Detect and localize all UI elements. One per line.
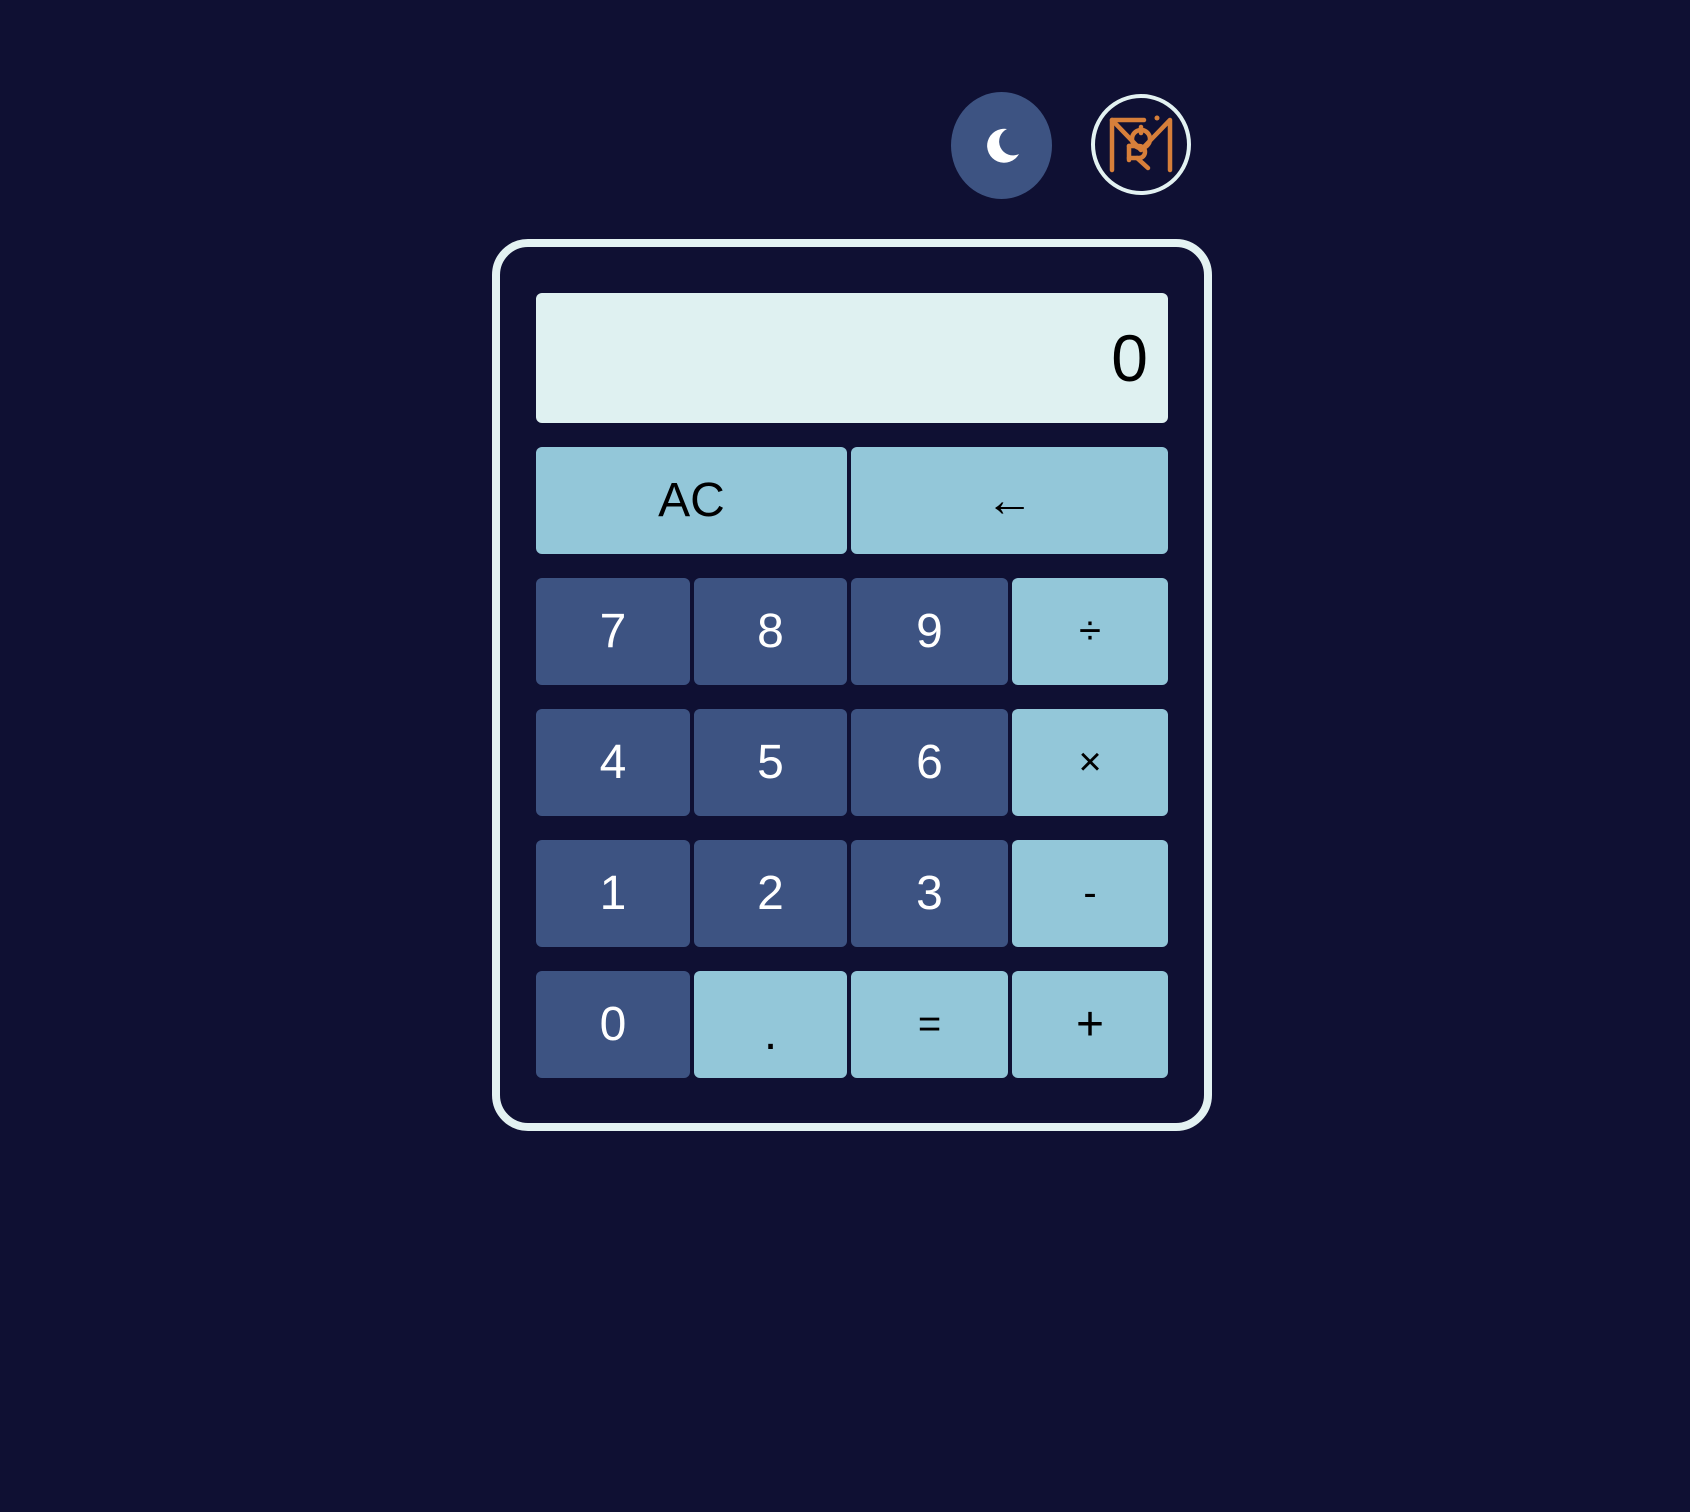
digit-6-label: 6 xyxy=(916,736,943,789)
digit-4-label: 4 xyxy=(599,736,627,789)
display-value: 0 xyxy=(1111,321,1148,395)
subtract-button[interactable]: - xyxy=(1012,840,1168,947)
digit-5-label: 5 xyxy=(757,736,784,789)
digit-9-button[interactable]: 9 xyxy=(851,578,1008,685)
digit-1-label: 1 xyxy=(599,867,627,920)
backspace-label: ← xyxy=(985,474,1034,527)
digit-4-button[interactable]: 4 xyxy=(536,709,690,816)
calculator-display: 0 xyxy=(536,293,1168,423)
equals-label: = xyxy=(917,1002,942,1046)
multiply-button[interactable]: × xyxy=(1012,709,1168,816)
digit-2-button[interactable]: 2 xyxy=(694,840,847,947)
digit-7-button[interactable]: 7 xyxy=(536,578,690,685)
theme-toggle-button[interactable] xyxy=(951,92,1052,199)
subtract-label: - xyxy=(1083,871,1097,915)
multiply-label: × xyxy=(1078,740,1102,784)
backspace-button[interactable]: ← xyxy=(851,447,1168,554)
digit-5-button[interactable]: 5 xyxy=(694,709,847,816)
digit-9-label: 9 xyxy=(916,605,943,658)
clear-label: AC xyxy=(658,474,725,527)
app-root: 0 AC ← 7 8 9 ÷ 4 5 6 × 1 2 3 - 0 . = + xyxy=(0,0,1690,1512)
digit-8-label: 8 xyxy=(757,605,784,658)
digit-0-button[interactable]: 0 xyxy=(536,971,690,1078)
digit-2-label: 2 xyxy=(757,867,784,920)
digit-0-label: 0 xyxy=(599,998,627,1051)
monogram-logo-icon xyxy=(1109,115,1173,172)
equals-button[interactable]: = xyxy=(851,971,1008,1078)
digit-6-button[interactable]: 6 xyxy=(851,709,1008,816)
profile-logo-button[interactable] xyxy=(1091,94,1191,195)
moon-icon xyxy=(986,128,1019,163)
digit-8-button[interactable]: 8 xyxy=(694,578,847,685)
clear-button[interactable]: AC xyxy=(536,447,847,554)
digit-1-button[interactable]: 1 xyxy=(536,840,690,947)
divide-label: ÷ xyxy=(1079,609,1101,653)
decimal-button[interactable]: . xyxy=(694,971,847,1078)
add-button[interactable]: + xyxy=(1012,971,1168,1078)
digit-7-label: 7 xyxy=(599,605,627,658)
decimal-label: . xyxy=(763,1007,778,1060)
digit-3-button[interactable]: 3 xyxy=(851,840,1008,947)
add-label: + xyxy=(1075,998,1105,1051)
digit-3-label: 3 xyxy=(916,867,943,920)
divide-button[interactable]: ÷ xyxy=(1012,578,1168,685)
